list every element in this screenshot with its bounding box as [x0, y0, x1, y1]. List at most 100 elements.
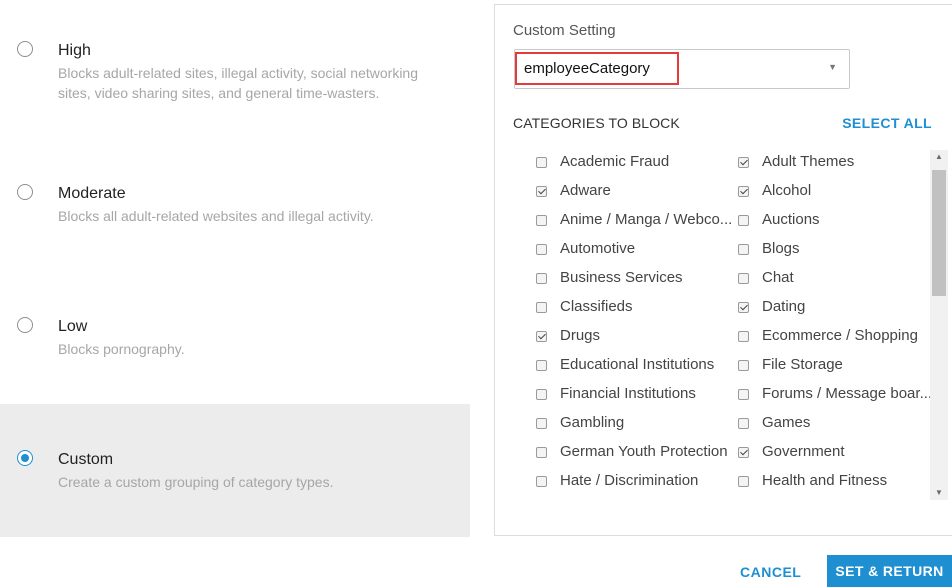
category-label: Ecommerce / Shopping: [762, 327, 918, 344]
set-and-return-button[interactable]: SET & RETURN: [827, 555, 952, 587]
category-checkbox[interactable]: [536, 389, 547, 400]
category-checkbox[interactable]: [536, 447, 547, 458]
category-label: Automotive: [560, 240, 636, 257]
radio-high[interactable]: [17, 41, 33, 57]
category-label: Adult Themes: [762, 153, 855, 170]
category-item[interactable]: Games: [738, 408, 928, 437]
category-row: Business Services Chat: [495, 263, 931, 292]
category-item[interactable]: Dating: [738, 292, 928, 321]
category-checkbox[interactable]: [536, 302, 547, 313]
option-custom[interactable]: Custom Create a custom grouping of categ…: [0, 404, 470, 537]
option-custom-description: Create a custom grouping of category typ…: [58, 474, 334, 490]
category-item[interactable]: Government: [738, 437, 928, 466]
category-checkbox[interactable]: [536, 360, 547, 371]
category-scrollbar[interactable]: ▲ ▼: [930, 150, 948, 500]
category-checkbox[interactable]: [738, 273, 749, 284]
category-item[interactable]: Gambling: [536, 408, 716, 437]
category-label: Games: [762, 414, 811, 431]
category-row: Hate / Discrimination Health and Fitness: [495, 466, 931, 495]
radio-low[interactable]: [17, 317, 33, 333]
category-checkbox[interactable]: [738, 157, 749, 168]
category-item[interactable]: Health and Fitness: [738, 466, 928, 495]
category-label: Educational Institutions: [560, 356, 715, 373]
radio-custom[interactable]: [17, 450, 33, 466]
category-row: Educational Institutions File Storage: [495, 350, 931, 379]
category-label: Blogs: [762, 240, 800, 257]
category-checkbox[interactable]: [738, 476, 749, 487]
category-item[interactable]: Classifieds: [536, 292, 716, 321]
category-label: German Youth Protection: [560, 443, 728, 460]
custom-setting-select[interactable]: employeeCategory ▼: [514, 49, 850, 89]
select-all-link[interactable]: SELECT ALL: [842, 115, 932, 131]
category-checkbox[interactable]: [738, 244, 749, 255]
scrollbar-thumb[interactable]: [932, 170, 946, 296]
category-row: Gambling Games: [495, 408, 931, 437]
option-moderate-title: Moderate: [58, 185, 126, 202]
option-high[interactable]: High Blocks adult-related sites, illegal…: [0, 0, 470, 120]
category-item[interactable]: German Youth Protection: [536, 437, 728, 466]
category-label: Academic Fraud: [560, 153, 670, 170]
category-label: Chat: [762, 269, 794, 286]
radio-moderate[interactable]: [17, 184, 33, 200]
category-item[interactable]: Alcohol: [738, 176, 928, 205]
option-moderate[interactable]: Moderate Blocks all adult-related websit…: [0, 150, 470, 250]
category-item[interactable]: Drugs: [536, 321, 716, 350]
category-checkbox[interactable]: [536, 418, 547, 429]
category-label: Alcohol: [762, 182, 812, 199]
category-checkbox[interactable]: [738, 447, 749, 458]
category-label: Financial Institutions: [560, 385, 696, 402]
category-label: Classifieds: [560, 298, 633, 315]
category-item[interactable]: Anime / Manga / Webco...: [536, 205, 732, 234]
category-row: German Youth Protection Government: [495, 437, 931, 466]
custom-setting-value: employeeCategory: [524, 60, 650, 77]
category-item[interactable]: Automotive: [536, 234, 716, 263]
category-item[interactable]: Hate / Discrimination: [536, 466, 716, 495]
category-label: File Storage: [762, 356, 843, 373]
custom-settings-panel: Custom Setting employeeCategory ▼ CATEGO…: [494, 4, 952, 536]
category-label: Anime / Manga / Webco...: [560, 211, 733, 228]
scroll-down-icon[interactable]: ▼: [930, 486, 948, 500]
category-list: Academic Fraud Adult Themes Adware Alcohol A…: [495, 147, 931, 497]
category-label: Drugs: [560, 327, 601, 344]
category-checkbox[interactable]: [536, 273, 547, 284]
category-label: Government: [762, 443, 845, 460]
category-label: Business Services: [560, 269, 683, 286]
category-checkbox[interactable]: [738, 302, 749, 313]
cancel-button[interactable]: CANCEL: [740, 564, 801, 580]
category-label: Dating: [762, 298, 806, 315]
category-item[interactable]: Blogs: [738, 234, 928, 263]
category-item[interactable]: Adware: [536, 176, 716, 205]
category-checkbox[interactable]: [738, 360, 749, 371]
category-checkbox[interactable]: [738, 331, 749, 342]
categories-heading: CATEGORIES TO BLOCK: [513, 115, 680, 131]
category-item[interactable]: Chat: [738, 263, 928, 292]
option-low[interactable]: Low Blocks pornography.: [0, 290, 470, 390]
scroll-up-icon[interactable]: ▲: [930, 150, 948, 164]
category-row: Academic Fraud Adult Themes: [495, 147, 931, 176]
category-checkbox[interactable]: [738, 418, 749, 429]
category-checkbox[interactable]: [738, 215, 749, 226]
category-item[interactable]: Educational Institutions: [536, 350, 716, 379]
category-item[interactable]: Forums / Message boar...: [738, 379, 931, 408]
category-label: Auctions: [762, 211, 820, 228]
category-item[interactable]: File Storage: [738, 350, 928, 379]
category-item[interactable]: Financial Institutions: [536, 379, 716, 408]
category-item[interactable]: Adult Themes: [738, 147, 928, 176]
category-label: Adware: [560, 182, 611, 199]
category-item[interactable]: Ecommerce / Shopping: [738, 321, 928, 350]
category-row: Financial Institutions Forums / Message b…: [495, 379, 931, 408]
category-checkbox[interactable]: [536, 215, 547, 226]
category-checkbox[interactable]: [738, 389, 749, 400]
category-checkbox[interactable]: [536, 476, 547, 487]
category-checkbox[interactable]: [536, 244, 547, 255]
category-item[interactable]: Business Services: [536, 263, 716, 292]
category-checkbox[interactable]: [536, 157, 547, 168]
category-row: Automotive Blogs: [495, 234, 931, 263]
category-item[interactable]: Academic Fraud: [536, 147, 716, 176]
option-low-title: Low: [58, 318, 88, 335]
category-checkbox[interactable]: [738, 186, 749, 197]
category-checkbox[interactable]: [536, 186, 547, 197]
category-checkbox[interactable]: [536, 331, 547, 342]
option-high-title: High: [58, 42, 91, 59]
category-item[interactable]: Auctions: [738, 205, 928, 234]
